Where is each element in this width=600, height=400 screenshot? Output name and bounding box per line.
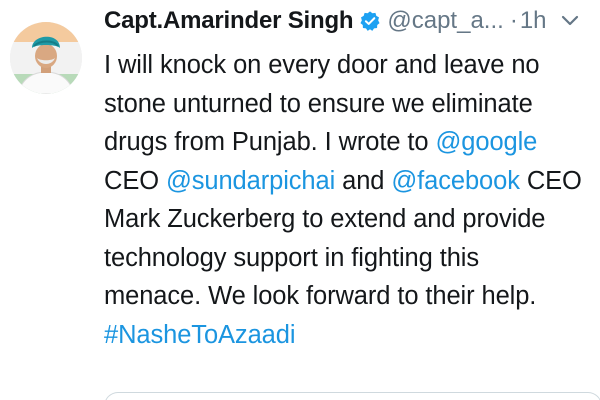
separator-dot: ·: [509, 7, 518, 34]
profile-avatar-icon: [10, 22, 82, 94]
user-handle[interactable]: @capt_a...: [387, 7, 503, 35]
hashtag-link[interactable]: #NasheToAzaadi: [104, 316, 594, 355]
chevron-down-icon[interactable]: [561, 15, 579, 27]
tweet-text-line: menace. We look forward to their help.: [104, 282, 537, 310]
tweet-text-line: CEO @sundarpichai and @facebook CEO: [104, 162, 594, 201]
tweet[interactable]: Capt.Amarinder Singh @capt_a... · 1h I w…: [0, 0, 600, 400]
tweet-text-line: drugs from Punjab. I wrote to @google: [104, 123, 594, 162]
tweet-text-segment: drugs from Punjab. I wrote to: [104, 128, 436, 156]
tweet-text-line: I will knock on every door and leave no: [104, 51, 540, 79]
tweet-time[interactable]: 1h: [520, 7, 547, 35]
tweet-text-line: stone unturned to ensure we eliminate: [104, 89, 533, 118]
verified-badge-icon: [359, 10, 381, 32]
mention-facebook-link[interactable]: @facebook: [391, 167, 520, 195]
tweet-text-segment: and: [335, 166, 392, 195]
display-name[interactable]: Capt.Amarinder Singh: [104, 7, 354, 35]
tweet-text-segment: CEO: [519, 166, 582, 195]
tweet-header: Capt.Amarinder Singh @capt_a... · 1h: [104, 2, 594, 40]
tweet-text-line: technology support in fighting this: [104, 243, 479, 272]
mention-google-link[interactable]: @google: [436, 128, 538, 156]
mention-sundarpichai-link[interactable]: @sundarpichai: [166, 167, 335, 195]
tweet-text-line: Mark Zuckerberg to extend and provide: [104, 205, 546, 233]
tweet-text: I will knock on every door and leave no …: [104, 46, 594, 354]
tweet-text-segment: CEO: [104, 166, 166, 195]
avatar[interactable]: [10, 22, 82, 94]
embedded-card[interactable]: [104, 392, 600, 400]
tweet-content: Capt.Amarinder Singh @capt_a... · 1h I w…: [104, 2, 594, 354]
